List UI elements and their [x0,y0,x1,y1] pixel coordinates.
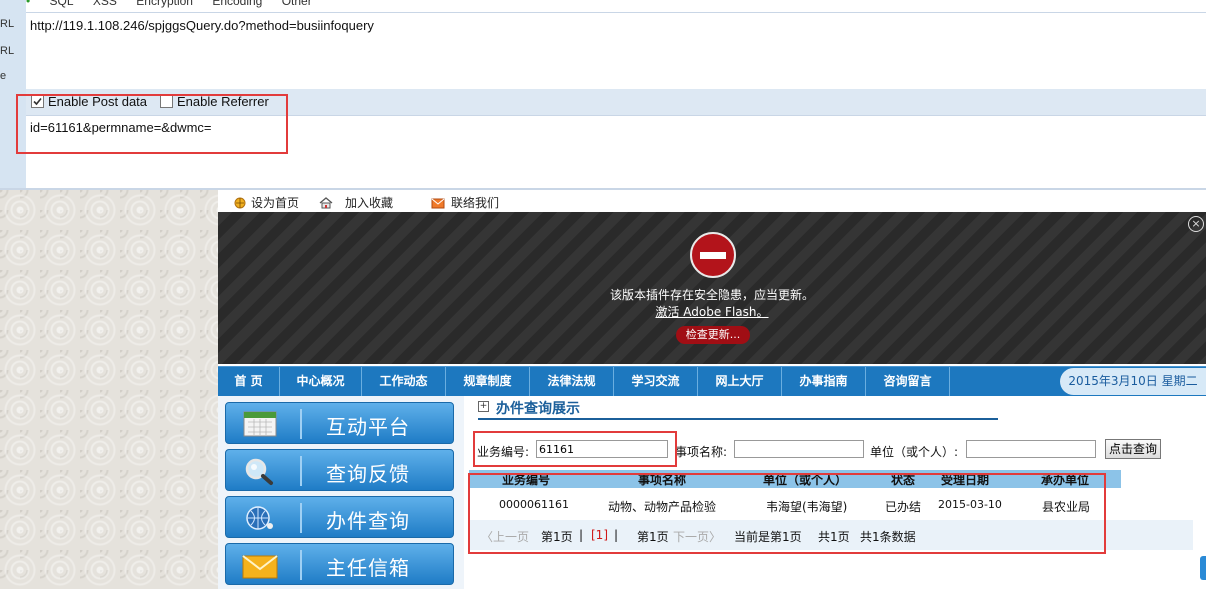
menu-separator [300,503,302,533]
menu-separator [300,456,302,486]
menu-label: 主任信箱 [326,556,410,580]
nav-item-work-news[interactable]: 工作动态 [362,367,446,396]
side-float-tab[interactable] [1200,556,1206,580]
menu-label: 互动平台 [326,415,410,439]
nav-item-center-overview[interactable]: 中心概况 [280,367,362,396]
item-name-label: 事项名称: [675,445,728,459]
nav-item-home[interactable]: 首 页 [218,367,280,396]
annotation-box-results [468,473,1106,554]
hackbar-menu-other[interactable]: Other [282,0,312,8]
hackbar-left-label: RL [0,45,15,57]
check-update-button[interactable]: 检查更新... [676,326,750,344]
hackbar-menu-encryption[interactable]: Encryption [136,0,193,8]
expand-icon: + [478,401,489,412]
calendar-icon [243,411,277,437]
network-globe-icon [246,506,273,530]
add-favorite-label: 加入收藏 [345,196,394,210]
flash-plugin-blocked-panel: × 该版本插件存在安全隐患，应当更新。 激活 Adobe Flash。 检查更新… [218,212,1206,364]
nav-item-online-hall[interactable]: 网上大厅 [698,367,782,396]
menu-case-query-button[interactable]: 办件查询 [225,496,454,538]
query-submit-button[interactable]: 点击查询 [1105,439,1161,459]
flash-warning-text: 该版本插件存在安全隐患，应当更新。 [609,288,814,302]
unit-input[interactable] [966,440,1096,458]
contact-us-link[interactable]: 联络我们 [431,194,499,211]
item-name-input[interactable] [734,440,864,458]
nav-item-regulations[interactable]: 规章制度 [446,367,530,396]
title-underline [478,418,998,420]
hackbar-menu-bullet-icon: • [26,0,31,8]
menu-label: 办件查询 [326,509,410,533]
current-date: 2015年3月10日 星期二 [1060,368,1206,395]
nav-item-consult[interactable]: 咨询留言 [866,367,950,396]
hackbar-left-label: e [0,70,7,82]
house-icon [319,196,333,208]
left-menu: 互动平台 查询反馈 办件查询 主任信箱 [218,396,464,589]
hackbar-menu-xss[interactable]: XSS [93,0,117,8]
top-links-bar: 设为首页 加入收藏 联络我们 [218,190,1206,212]
magnifier-icon [245,458,273,485]
blocked-plugin-icon [690,232,736,278]
close-icon[interactable]: × [1188,216,1204,232]
menu-separator [300,409,302,439]
menu-interactive-platform-button[interactable]: 互动平台 [225,402,454,444]
envelope-icon [431,198,445,208]
menu-query-feedback-button[interactable]: 查询反馈 [225,449,454,491]
nav-item-guide[interactable]: 办事指南 [782,367,866,396]
page-title: 办件查询展示 [496,401,580,417]
set-homepage-link[interactable]: 设为首页 [233,194,299,211]
annotation-box-post-data [16,94,288,154]
main-nav: 首 页 中心概况 工作动态 规章制度 法律法规 学习交流 网上大厅 办事指南 咨… [218,366,1206,396]
menu-label: 查询反馈 [326,462,410,486]
hackbar-menu-sql[interactable]: SQL [50,0,74,8]
activate-flash-link[interactable]: 激活 Adobe Flash。 [218,303,1206,320]
hackbar-left-label: RL [0,18,15,30]
globe-home-icon [234,197,246,208]
nav-item-learning[interactable]: 学习交流 [614,367,698,396]
unit-label: 单位（或个人）: [870,445,959,459]
nav-item-laws[interactable]: 法律法规 [530,367,614,396]
menu-director-mailbox-button[interactable]: 主任信箱 [225,543,454,585]
page-background-pattern [0,190,218,589]
set-homepage-label: 设为首页 [251,196,300,210]
hackbar-url-field[interactable]: http://119.1.108.246/spjggsQuery.do?meth… [26,12,1206,90]
add-favorite-link[interactable]: 加入收藏 [319,194,393,211]
hackbar-url-text[interactable]: http://119.1.108.246/spjggsQuery.do?meth… [30,18,374,33]
contact-us-label: 联络我们 [451,196,500,210]
hackbar-menu-encoding[interactable]: Encoding [212,0,262,8]
menu-separator [300,550,302,580]
annotation-box-business-no [473,431,677,467]
hackbar-menu: • SQL XSS Encryption Encoding Other [26,0,1206,8]
mail-icon [242,555,278,579]
